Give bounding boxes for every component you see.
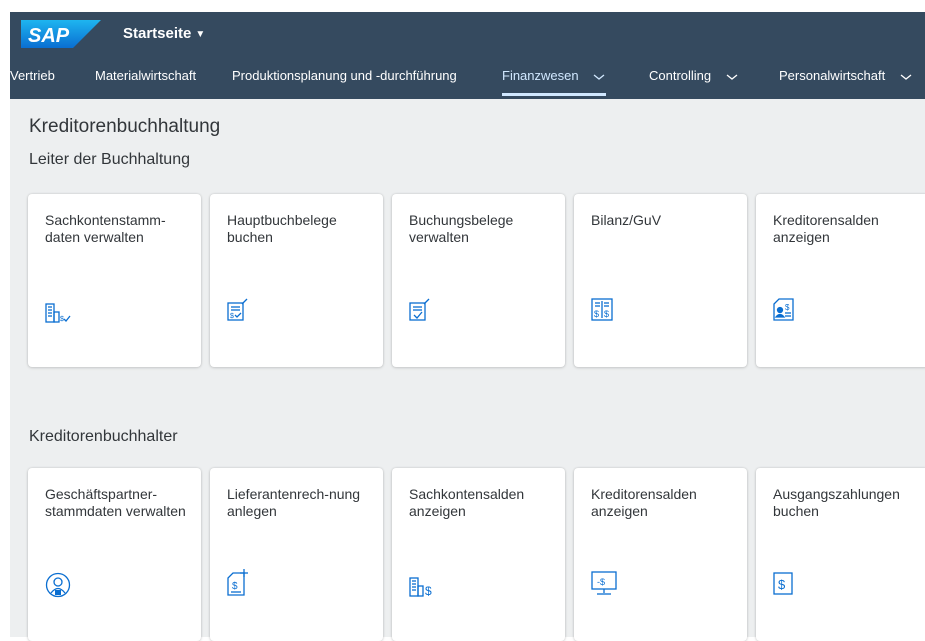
caret-down-icon: ▼ (195, 29, 206, 40)
svg-text:$: $ (778, 577, 786, 592)
supplier-balance-icon: $ (773, 298, 795, 322)
page-title: Kreditorenbuchhaltung (29, 116, 221, 137)
create-invoice-icon: $ (227, 568, 249, 596)
group-title-kreditorenbuchhalter: Kreditorenbuchhalter (29, 428, 178, 445)
tile-title: Hauptbuchbelege buchen (227, 212, 337, 245)
sap-logo[interactable]: SAP (21, 20, 101, 48)
tile-lieferantenrechnung-anlegen[interactable]: Lieferantenrech-nung anlegen $ (210, 468, 383, 641)
payment-document-icon: $ (773, 572, 795, 596)
tile-title: Ausgangszahlungen buchen (773, 486, 900, 519)
chevron-down-icon (593, 74, 605, 80)
shell-bar: SAP Startseite ▼ (10, 12, 925, 56)
nav-label: Controlling (649, 68, 712, 83)
tile-kreditorensalden-anzeigen-2[interactable]: Kreditorensalden anzeigen -$ (574, 468, 747, 641)
top-navigation: Vertrieb Materialwirtschaft Produktionsp… (10, 56, 925, 99)
post-document-icon: $ (227, 298, 249, 322)
nav-item-controlling[interactable]: Controlling (649, 56, 739, 99)
tile-title: Bilanz/GuV (591, 212, 662, 228)
tile-title: Lieferantenrech-nung anlegen (227, 486, 361, 519)
nav-item-personalwirtschaft[interactable]: Personalwirtschaft (779, 56, 913, 99)
svg-text:$: $ (230, 313, 234, 320)
svg-text:$: $ (594, 309, 599, 319)
nav-item-materialwirtschaft[interactable]: Materialwirtschaft (95, 56, 196, 99)
logo-text: SAP (28, 25, 70, 47)
tile-ausgangszahlungen-buchen[interactable]: Ausgangszahlungen buchen $ (756, 468, 925, 641)
tile-title: Buchungsbelege verwalten (409, 212, 514, 245)
nav-label: Finanzwesen (502, 68, 579, 83)
tile-sachkontenstammdaten[interactable]: Sachkontenstamm-daten verwalten $ (28, 194, 201, 367)
nav-label: Personalwirtschaft (779, 68, 886, 83)
tile-title: Kreditorensalden anzeigen (773, 212, 879, 245)
home-title-menu[interactable]: Startseite ▼ (123, 25, 205, 42)
gl-balance-icon: $ (409, 576, 435, 598)
ledger-building-icon: $ (45, 302, 71, 324)
chevron-down-icon (726, 74, 738, 80)
chevron-down-icon (900, 74, 912, 80)
post-document-icon (409, 298, 431, 322)
balance-sheet-icon: $ $ (591, 298, 615, 322)
tile-geschaeftspartnerstammdaten[interactable]: Geschäftspartner-stammdaten verwalten (28, 468, 201, 641)
tile-bilanz-guv[interactable]: Bilanz/GuV $ $ (574, 194, 747, 367)
svg-text:$: $ (232, 581, 238, 592)
tile-sachkontensalden-anzeigen[interactable]: Sachkontensalden anzeigen $ (392, 468, 565, 641)
svg-text:$: $ (604, 309, 609, 319)
shell-header: SAP Startseite ▼ Vertrieb Materialwirtsch… (10, 12, 925, 99)
group-title-leiter: Leiter der Buchhaltung (29, 151, 190, 168)
nav-label: Produktionsplanung und -durchführung (232, 68, 457, 83)
nav-item-produktionsplanung[interactable]: Produktionsplanung und -durchführung (232, 56, 457, 99)
tile-title: Geschäftspartner-stammdaten verwalten (45, 486, 186, 519)
nav-label: Vertrieb (10, 68, 55, 83)
tile-title: Sachkontensalden anzeigen (409, 486, 525, 519)
tile-buchungsbelege-verwalten[interactable]: Buchungsbelege verwalten (392, 194, 565, 367)
svg-text:$: $ (425, 584, 432, 598)
tile-hauptbuchbelege-buchen[interactable]: Hauptbuchbelege buchen $ (210, 194, 383, 367)
tile-title: Kreditorensalden anzeigen (591, 486, 697, 519)
launchpad-content: Kreditorenbuchhaltung Leiter der Buchhal… (10, 99, 925, 641)
monitor-balance-icon: -$ (591, 570, 619, 596)
home-title-label: Startseite (123, 25, 192, 42)
svg-text:$: $ (785, 303, 790, 312)
tile-title: Sachkontenstamm-daten verwalten (45, 212, 166, 245)
nav-item-vertrieb[interactable]: Vertrieb (10, 56, 55, 99)
nav-item-finanzwesen[interactable]: Finanzwesen (502, 56, 607, 99)
nav-label: Materialwirtschaft (95, 68, 197, 83)
svg-text:$: $ (60, 316, 64, 323)
svg-text:-$: -$ (597, 577, 605, 587)
business-partner-icon (45, 572, 71, 598)
tile-kreditorensalden-anzeigen-1[interactable]: Kreditorensalden anzeigen $ (756, 194, 925, 367)
